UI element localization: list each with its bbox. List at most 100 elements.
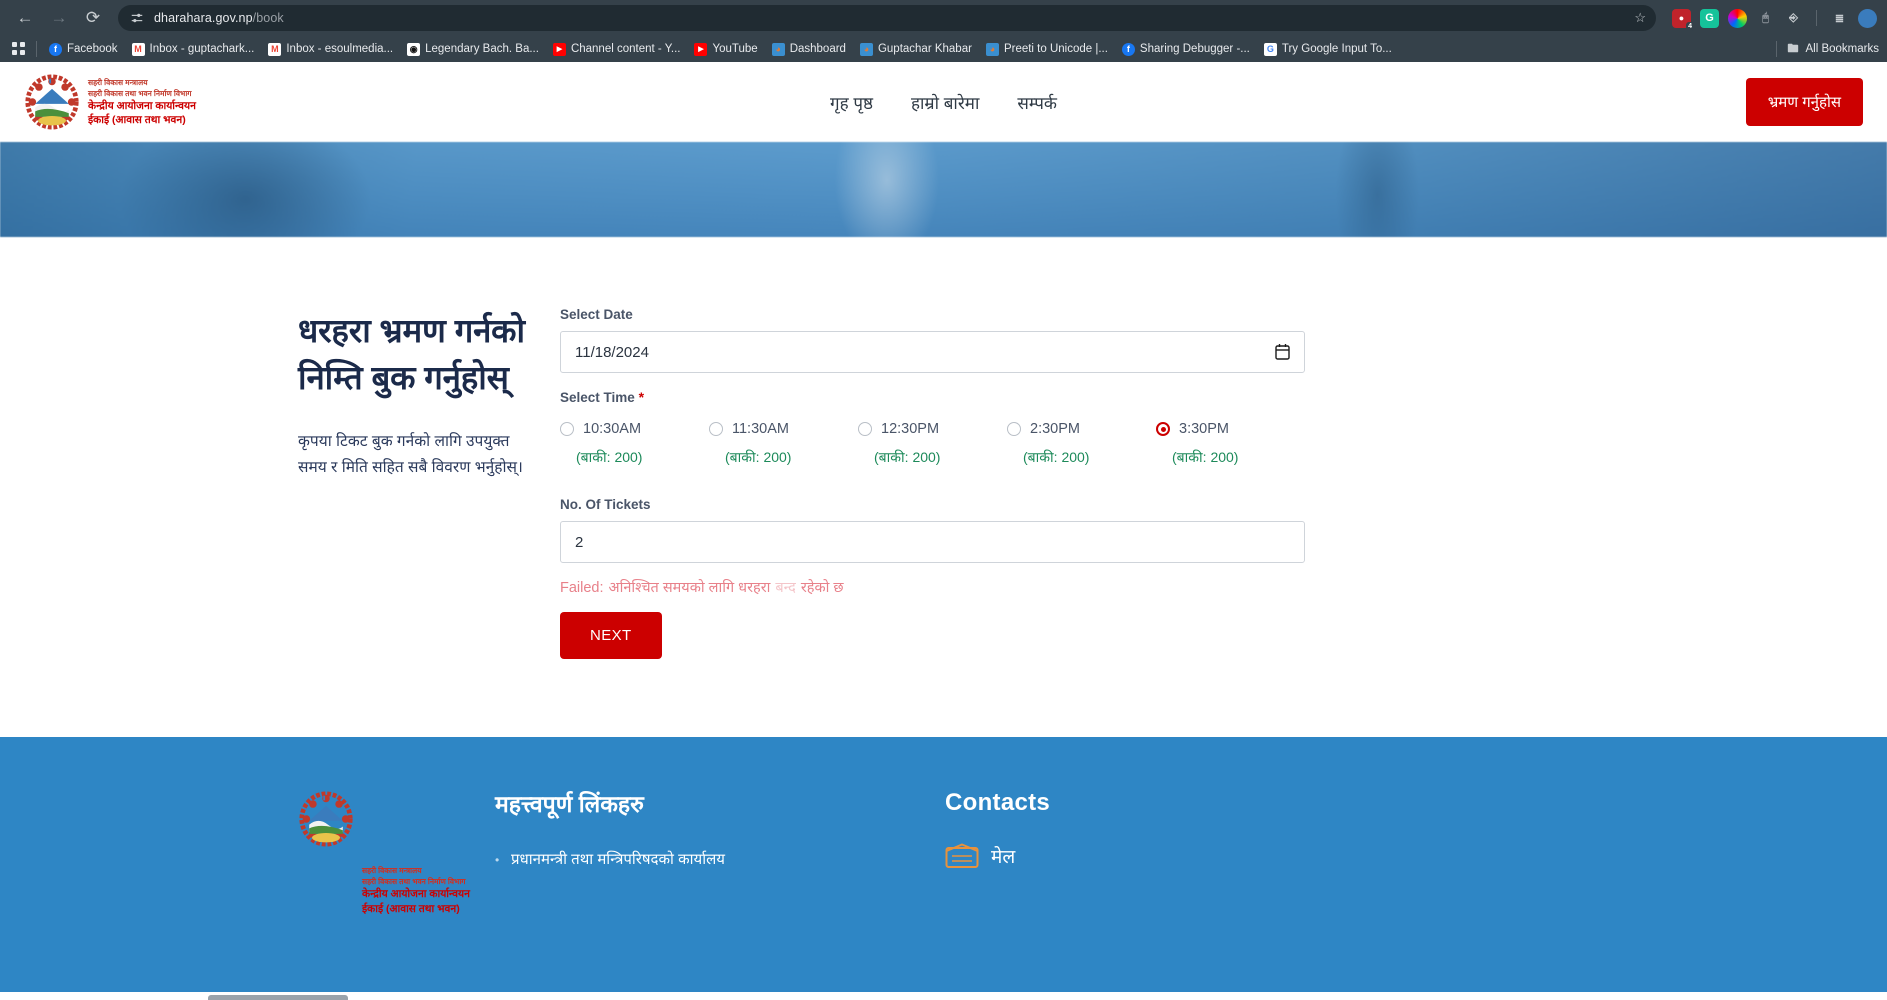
footer-brand: सहरी विकास मन्त्रालय सहरी विकास तथा भवन … [0,789,495,992]
error-text-part3: रहेको छ [800,580,844,596]
tune-icon[interactable] [128,9,146,27]
remaining-1230pm: (बाकी: 200) [874,449,941,465]
time-option-330pm[interactable]: 3:30PM (बाकी: 200) [1156,421,1305,467]
footer-links-list: प्रधानमन्त्री तथा मन्त्रिपरिषदको कार्याल… [495,847,945,873]
back-arrow-icon[interactable]: ← [10,3,40,33]
globe-icon: ◉ [407,42,421,56]
bookmark-legendary-bach[interactable]: ◉ Legendary Bach. Ba... [401,41,545,58]
adblock-extension[interactable]: ● 4 [1672,8,1694,31]
brand-line-2: सहरी विकास तथा भवन निर्माण विभाग [88,89,192,98]
remaining-1130am: (बाकी: 200) [725,449,792,465]
grammarly-extension[interactable]: G [1700,8,1719,28]
bookmark-inbox-guptachark[interactable]: M Inbox - guptachark... [126,41,261,58]
tickets-input-value: 2 [575,533,584,551]
address-bar-text: dharahara.gov.np/book [154,11,284,25]
apps-grid-icon[interactable] [8,42,30,56]
footer-contact-mail-label: मेल [991,847,1016,868]
site-brand[interactable]: सहरी विकास मन्त्रालय सहरी विकास तथा भवन … [24,74,196,130]
colorzilla-extension[interactable] [1728,8,1747,28]
time-option-230pm[interactable]: 2:30PM (बाकी: 200) [1007,421,1156,467]
remaining-1030am: (बाकी: 200) [576,449,643,465]
envelope-icon [945,843,979,868]
date-input-value: 11/18/2024 [575,343,649,361]
window-edge-hint [208,995,348,1000]
footer-links-title: महत्त्वपूर्ण लिंकहरु [495,791,644,817]
bookmark-preeti-to-unicode[interactable]: ◕ Preeti to Unicode |... [980,41,1114,58]
bookmark-label: Try Google Input To... [1281,43,1392,55]
footer-brand-line-2: सहरी विकास तथा भवन निर्माण विभाग [362,876,466,886]
forward-arrow-icon[interactable]: → [44,3,74,33]
time-option-1030am[interactable]: 10:30AM (बाकी: 200) [560,421,709,467]
bookmark-youtube[interactable]: ▶ YouTube [688,41,763,58]
calendar-icon[interactable] [1275,343,1290,364]
footer-links-column: महत्त्वपूर्ण लिंकहरु प्रधानमन्त्री तथा म… [495,789,945,992]
booking-form: Select Date 11/18/2024 Select Time * 10:… [560,307,1305,737]
time-label-1130am: 11:30AM [732,421,789,437]
time-option-1130am[interactable]: 11:30AM (बाकी: 200) [709,421,858,467]
bookmark-channel-content[interactable]: ▶ Channel content - Y... [547,41,687,58]
puzzle-extensions-icon[interactable]: ⎆ [1784,9,1803,28]
joomla-icon: ◕ [771,42,785,56]
all-bookmarks-group[interactable]: 🖿 All Bookmarks [1772,41,1879,57]
extensions-area: ● 4 G 🖱 ⎆ ≣ [1666,8,1877,31]
bookmark-label: Dashboard [789,43,846,55]
time-option-1130am-top: 11:30AM [709,421,858,437]
time-option-1030am-top: 10:30AM [560,421,709,437]
radio-230pm[interactable] [1007,422,1021,436]
bookmark-sharing-debugger[interactable]: f Sharing Debugger -... [1116,41,1256,58]
tickets-input[interactable]: 2 [560,521,1305,563]
bookmark-label: YouTube [712,43,758,55]
time-option-330pm-top: 3:30PM [1156,421,1305,437]
nepal-government-emblem [299,791,353,847]
nav-home[interactable]: गृह पृष्ठ [830,91,873,114]
nav-contact[interactable]: सम्पर्क [1017,91,1057,114]
intro-column: धरहरा भ्रमण गर्नको निम्ति बुक गर्नुहोस् … [0,307,560,737]
nav-about[interactable]: हाम्रो बारेमा [911,91,979,114]
date-input[interactable]: 11/18/2024 [560,331,1305,373]
radio-330pm[interactable] [1156,422,1170,436]
toolbar-divider [1816,10,1817,26]
radio-1230pm[interactable] [858,422,872,436]
footer-brand-line-3: केन्द्रीय आयोजना कार्यान्वयन [362,887,470,900]
visit-cta-button[interactable]: भ्रमण गर्नुहोस [1745,78,1863,126]
time-label-330pm: 3:30PM [1179,421,1229,437]
address-bar[interactable]: dharahara.gov.np/book ☆ [118,5,1656,31]
main-navigation: गृह पृष्ठ हाम्रो बारेमा सम्पर्क [830,91,1057,114]
bookmark-star-icon[interactable]: ☆ [1634,10,1646,26]
time-label-230pm: 2:30PM [1030,421,1080,437]
brand-line-4: ईकाई (आवास तथा भवन) [88,114,186,126]
browser-chrome: ← → ⟳ dharahara.gov.np/book ☆ ● 4 G 🖱 ⎆ [0,0,1887,62]
bookmarks-bar: f Facebook M Inbox - guptachark... M Inbox … [0,36,1887,62]
remaining-330pm: (बाकी: 200) [1172,449,1239,465]
url-path: /book [252,11,284,25]
bookmark-guptachar-khabar[interactable]: ◕ Guptachar Khabar [854,41,978,58]
folder-icon: 🖿 [1787,42,1799,55]
bookmark-google-input-tools[interactable]: G Try Google Input To... [1258,41,1398,58]
radio-1130am[interactable] [709,422,723,436]
mouse-extension[interactable]: 🖱 [1756,9,1775,28]
reading-list-icon[interactable]: ≣ [1830,9,1849,28]
footer-contacts-title: Contacts [945,789,1051,816]
time-option-1230pm[interactable]: 12:30PM (बाकी: 200) [858,421,1007,467]
bookmarks-right-divider [1775,41,1777,57]
google-icon: G [1263,42,1277,56]
hero-banner-image [0,142,1887,237]
error-prefix: Failed: [560,580,604,596]
url-domain: dharahara.gov.np [154,11,253,25]
time-options-row: 10:30AM (बाकी: 200) 11:30AM (बाकी: 200) … [560,421,1305,467]
error-text-part1: अनिश्चित समयको लागि धरहरा [608,580,771,596]
footer-contact-mail[interactable]: मेल [945,843,1050,869]
time-label-1030am: 10:30AM [583,421,642,437]
profile-avatar[interactable] [1858,8,1877,28]
radio-1030am[interactable] [560,422,574,436]
main-content: धरहरा भ्रमण गर्नको निम्ति बुक गर्नुहोस् … [0,237,1887,737]
bookmark-facebook[interactable]: f Facebook [43,41,124,58]
next-button[interactable]: NEXT [560,612,662,659]
reload-icon[interactable]: ⟳ [78,3,108,33]
error-text-part2: बन्द [775,580,796,596]
required-asterisk: * [638,389,645,405]
bookmark-inbox-esoulmedia[interactable]: M Inbox - esoulmedia... [262,41,399,58]
youtube-icon: ▶ [552,42,566,56]
bookmark-dashboard[interactable]: ◕ Dashboard [766,41,852,58]
footer-link-pmo[interactable]: प्रधानमन्त्री तथा मन्त्रिपरिषदको कार्याल… [495,847,945,873]
